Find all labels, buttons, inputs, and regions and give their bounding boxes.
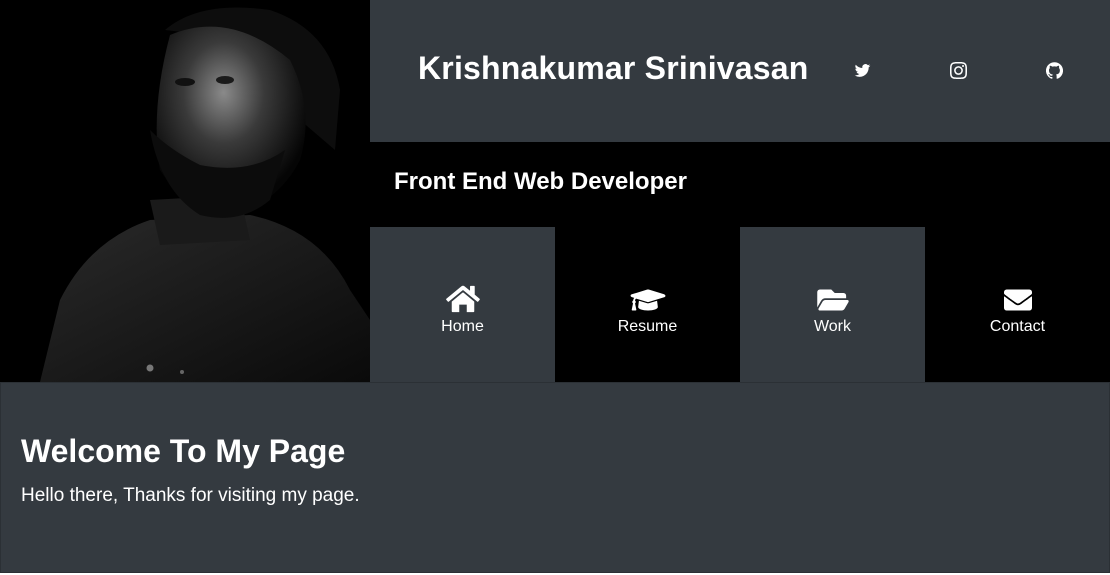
github-link[interactable]: [1044, 60, 1064, 80]
github-icon: [1045, 61, 1063, 79]
nav-work-label: Work: [813, 317, 852, 335]
site-owner-name: Krishnakumar Srinivasan: [418, 50, 809, 86]
envelope-icon: [998, 282, 1038, 314]
nav-resume-label: Resume: [617, 317, 678, 335]
job-title: Front End Web Developer: [394, 168, 687, 195]
welcome-text: Hello there, Thanks for visiting my page…: [21, 485, 360, 506]
twitter-icon: [854, 63, 870, 77]
nav-home[interactable]: Home: [370, 227, 555, 382]
welcome-title: Welcome To My Page: [21, 433, 346, 469]
nav-home-label: Home: [441, 317, 484, 335]
folder-open-icon: [813, 282, 853, 314]
header-bar: Krishnakumar Srinivasan: [370, 0, 1110, 142]
role-bar: Front End Web Developer: [370, 142, 1110, 227]
nav-contact[interactable]: Contact: [925, 227, 1110, 382]
nav-work[interactable]: Work: [740, 227, 925, 382]
welcome-section: Welcome To My Page Hello there, Thanks f…: [0, 382, 1110, 573]
main-nav: Home Resume Work Contact: [370, 227, 1110, 382]
graduation-cap-icon: [628, 282, 668, 314]
twitter-link[interactable]: [852, 60, 872, 80]
instagram-icon: [949, 61, 967, 79]
nav-resume[interactable]: Resume: [555, 227, 740, 382]
home-icon: [443, 282, 483, 314]
profile-photo: [0, 0, 370, 382]
instagram-link[interactable]: [948, 60, 968, 80]
nav-contact-label: Contact: [989, 317, 1046, 335]
